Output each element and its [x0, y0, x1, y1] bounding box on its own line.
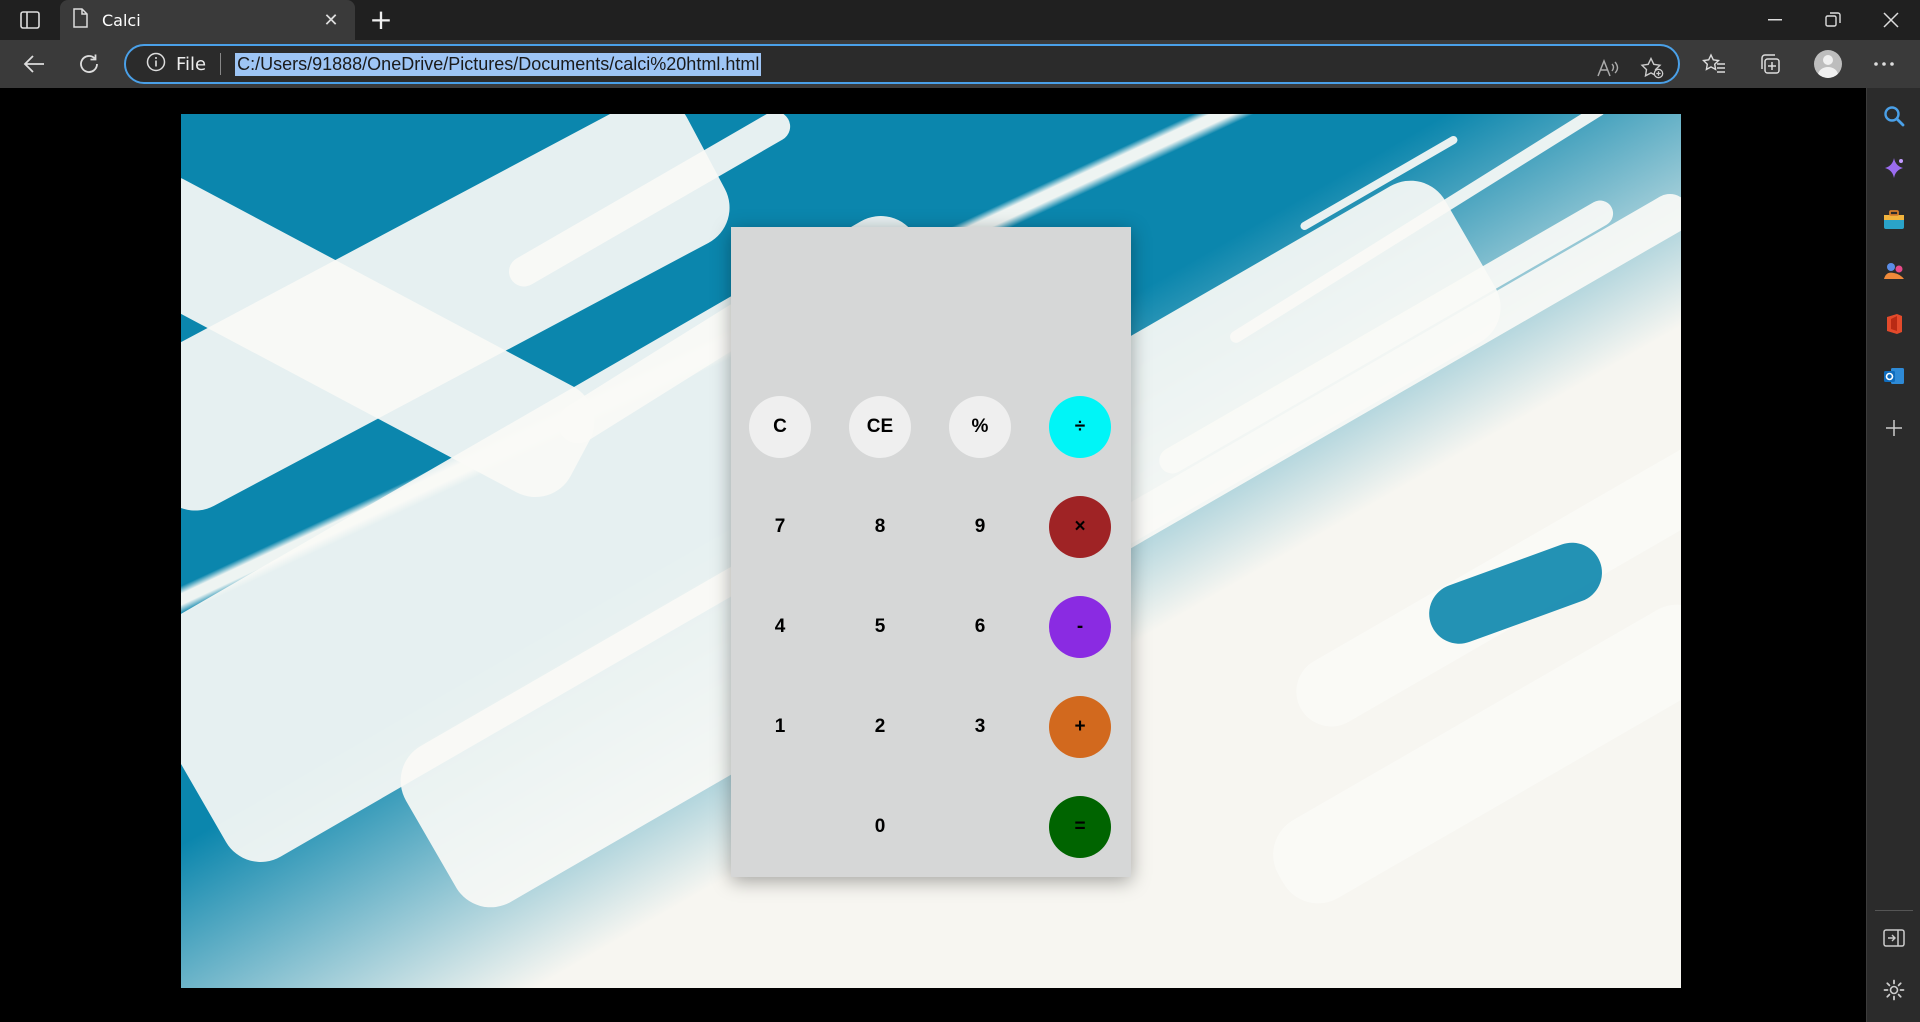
calculator-display	[749, 243, 1113, 393]
digit-8-button[interactable]: 8	[849, 496, 911, 558]
percent-button[interactable]: %	[949, 396, 1011, 458]
collections-icon[interactable]	[1754, 48, 1786, 80]
close-tab-icon[interactable]: ✕	[319, 10, 343, 31]
browser-toolbar: File C:/Users/91888/OneDrive/Pictures/Do…	[0, 40, 1920, 88]
digit-7-button[interactable]: 7	[749, 496, 811, 558]
profile-avatar[interactable]	[1812, 48, 1844, 80]
office-icon[interactable]	[1880, 310, 1908, 338]
equals-button[interactable]: =	[1049, 796, 1111, 858]
add-favorite-icon[interactable]	[1638, 54, 1666, 82]
digit-1-button[interactable]: 1	[749, 696, 811, 758]
settings-gear-icon[interactable]	[1880, 976, 1908, 1004]
address-bar[interactable]: File C:/Users/91888/OneDrive/Pictures/Do…	[124, 44, 1680, 84]
search-icon[interactable]	[1880, 102, 1908, 130]
hide-sidebar-icon[interactable]	[1880, 924, 1908, 952]
calculator: C CE% ÷ 7 8 9 × 4 5 6- 1 2 3 +0 =	[731, 227, 1131, 877]
minus-button[interactable]: -	[1049, 596, 1111, 658]
address-prefix: File	[176, 53, 207, 75]
clear-button[interactable]: C	[749, 396, 811, 458]
more-options-icon[interactable]	[1868, 48, 1900, 80]
clear-entry-button[interactable]: CE	[849, 396, 911, 458]
tools-briefcase-icon[interactable]	[1880, 206, 1908, 234]
games-icon[interactable]	[1880, 258, 1908, 286]
sidebar-divider	[1875, 910, 1913, 911]
page-file-icon	[72, 8, 88, 32]
divide-button[interactable]: ÷	[1049, 396, 1111, 458]
outlook-icon[interactable]	[1880, 362, 1908, 390]
page-viewport: C CE% ÷ 7 8 9 × 4 5 6- 1 2 3 +0 =	[0, 88, 1862, 1022]
minimize-icon[interactable]	[1746, 0, 1804, 40]
refresh-icon[interactable]	[73, 48, 105, 80]
info-icon[interactable]	[146, 52, 166, 76]
digit-9-button[interactable]: 9	[949, 496, 1011, 558]
close-window-icon[interactable]	[1862, 0, 1920, 40]
digit-6-button[interactable]: 6	[949, 596, 1011, 658]
favorites-icon[interactable]	[1698, 48, 1730, 80]
avatar	[1814, 50, 1842, 78]
add-sidebar-app-icon[interactable]	[1880, 414, 1908, 442]
url-text[interactable]: C:/Users/91888/OneDrive/Pictures/Documen…	[235, 52, 762, 76]
digit-2-button[interactable]: 2	[849, 696, 911, 758]
digit-4-button[interactable]: 4	[749, 596, 811, 658]
digit-0-button[interactable]: 0	[849, 796, 911, 858]
tab-actions-icon[interactable]	[14, 8, 46, 32]
edge-sidebar	[1866, 88, 1920, 1022]
multiply-button[interactable]: ×	[1049, 496, 1111, 558]
tab-strip: Calci ✕ +	[0, 0, 1920, 40]
tab-calci[interactable]: Calci ✕	[60, 0, 355, 40]
tab-title: Calci	[102, 10, 141, 30]
restore-icon[interactable]	[1804, 0, 1862, 40]
digit-5-button[interactable]: 5	[849, 596, 911, 658]
copilot-sparkle-icon[interactable]	[1880, 154, 1908, 182]
back-arrow-icon[interactable]	[18, 48, 50, 80]
read-aloud-icon[interactable]	[1594, 54, 1622, 82]
new-tab-icon[interactable]: +	[366, 6, 396, 36]
address-separator	[220, 53, 222, 75]
plus-button[interactable]: +	[1049, 696, 1111, 758]
digit-3-button[interactable]: 3	[949, 696, 1011, 758]
